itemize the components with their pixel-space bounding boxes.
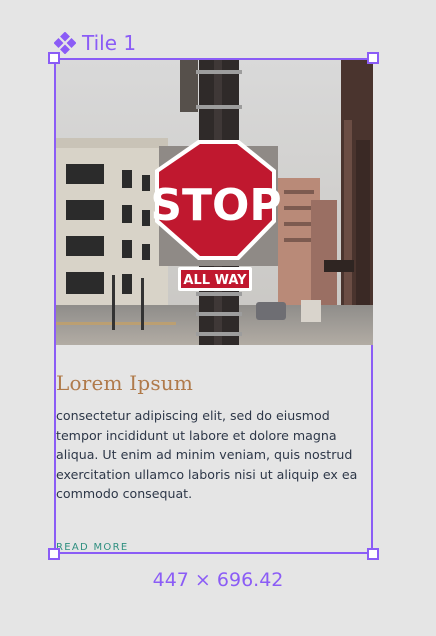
selected-card-frame[interactable]: STOP ALL WAY Lorem Ipsum consectetur adi… bbox=[54, 58, 373, 554]
component-label[interactable]: Tile 1 bbox=[54, 30, 136, 56]
card-title: Lorem Ipsum bbox=[56, 371, 194, 395]
resize-handle-top-right[interactable] bbox=[367, 52, 379, 64]
component-name: Tile 1 bbox=[82, 31, 137, 55]
card-body-text: consectetur adipiscing elit, sed do eius… bbox=[56, 408, 358, 502]
selection-dimensions: 447 × 696.42 bbox=[152, 569, 284, 591]
stop-sign-text: STOP bbox=[150, 180, 281, 231]
resize-handle-bottom-right[interactable] bbox=[367, 548, 379, 560]
read-more-link[interactable]: READ MORE bbox=[56, 542, 128, 553]
card-image: STOP ALL WAY bbox=[56, 60, 373, 345]
component-diamond-icon bbox=[54, 32, 76, 54]
resize-handle-bottom-left[interactable] bbox=[48, 548, 60, 560]
resize-handle-top-left[interactable] bbox=[48, 52, 60, 64]
all-way-plate-text: ALL WAY bbox=[183, 273, 247, 288]
